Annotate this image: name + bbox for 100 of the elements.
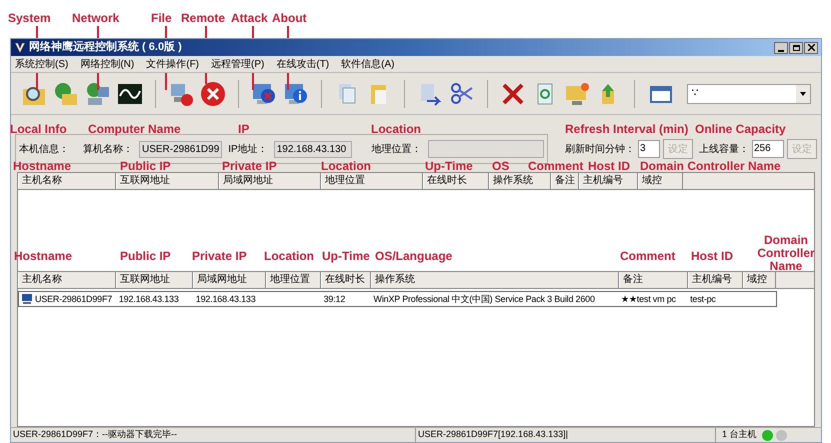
leader-line (287, 26, 289, 38)
table-cell: WinXP Professional 中文(中国) Service Pack 3 Build 2600 (374, 294, 595, 304)
column-header[interactable]: 在线时长 (423, 173, 489, 189)
annotation-label: Refresh Interval (min) (565, 123, 688, 135)
annotation-label: About (272, 12, 307, 24)
column-header[interactable]: 备注 (551, 173, 579, 189)
leader-line (165, 26, 167, 38)
field-label: 本机信息： (19, 142, 69, 156)
annotation-label: Domain Controller Name (640, 160, 781, 172)
minimize-button[interactable] (774, 42, 788, 54)
field-label: 刷新时间分钟： (565, 142, 635, 156)
annotation-label: Location (264, 250, 314, 262)
annotation-label: Location (371, 123, 421, 135)
column-header[interactable]: 主机名称 (18, 272, 116, 288)
column-header[interactable]: 地理位置 (321, 173, 423, 189)
leader-line (97, 73, 99, 90)
close-button[interactable] (804, 42, 818, 54)
window-title: 网络神鹰远程控制系统 ( 6.0版 ) (29, 42, 182, 53)
column-header[interactable]: 主机编号 (688, 272, 743, 288)
annotation-label: Private IP (222, 160, 277, 172)
ip-field: 192.168.43.130 (274, 140, 352, 158)
annotation-label: Hostname (14, 250, 72, 262)
annotation-label: Up-Time (425, 160, 473, 172)
refresh-interval-field[interactable]: 3 (638, 140, 660, 158)
annotation-label: System (8, 12, 51, 24)
annotation-label: Host ID (691, 250, 733, 262)
column-header[interactable]: 备注 (619, 272, 688, 288)
field-label: 上线容量： (699, 142, 749, 156)
status-message: USER-29861D99F7：--驱动器下载完毕-- (11, 428, 416, 442)
annotation-label: OS (492, 160, 510, 172)
column-header[interactable]: 操作系统 (489, 173, 551, 189)
field-label: 算机名称： (83, 142, 133, 156)
close-icon (808, 44, 814, 51)
minimize-icon (778, 50, 784, 52)
annotation-label: Online Capacity (695, 123, 786, 135)
leader-line (36, 73, 38, 90)
leader-line (36, 26, 38, 38)
scissors-icon[interactable] (448, 80, 475, 106)
menu-item[interactable]: 在线攻击(T) (276, 56, 330, 72)
column-header[interactable]: 互联网地址 (116, 272, 193, 288)
annotation-label: Local Info (10, 123, 67, 135)
column-header[interactable]: 互联网地址 (116, 173, 219, 189)
table-cell: 192.168.43.133 (196, 294, 256, 304)
maximize-button[interactable] (789, 42, 803, 54)
column-header[interactable]: 操作系统 (371, 272, 619, 288)
leader-line (165, 73, 167, 90)
table-cell: 39:12 (324, 294, 346, 304)
table-cell: test-pc (690, 294, 716, 304)
leader-line (252, 26, 254, 38)
annotation-label: IP (238, 123, 250, 135)
delete-icon[interactable] (500, 80, 526, 106)
annotation-label: Hostname (13, 160, 72, 172)
column-header[interactable]: 局域网地址 (219, 173, 321, 189)
dropdown-caret-icon (800, 92, 806, 96)
annotation-label: Domain Controller Name (756, 234, 816, 273)
close-circle-icon[interactable] (200, 80, 226, 106)
folder-network-icon[interactable] (564, 80, 590, 106)
annotation-label: OS/Language (375, 250, 452, 262)
table-cell: ★★test vm pc (621, 294, 676, 304)
field-label: 地理位置： (372, 142, 422, 156)
host-row[interactable]: USER-29861D99F7 192.168.43.133 192.168.43.133 39:12 WinXP Professional 中文(中国) Service Pack 3 Build 2600 ★★test vm pc test-pc (18, 291, 777, 307)
field-label: IP地址： (228, 142, 268, 156)
computer-icon (21, 293, 33, 305)
column-header[interactable]: 主机名称 (18, 173, 116, 189)
globe-folder-icon[interactable] (53, 80, 79, 106)
annotation-label: Public IP (120, 160, 171, 172)
leader-line (287, 73, 289, 90)
annotation-label: Up-Time (322, 250, 370, 262)
leader-line (97, 26, 99, 38)
column-header[interactable]: 域控 (638, 173, 683, 189)
annotation-label: Comment (528, 160, 584, 172)
annotation-label: Attack (231, 12, 268, 24)
annotation-label: Network (72, 12, 120, 24)
column-header[interactable]: 在线时长 (321, 272, 371, 288)
annotation-label: File (151, 12, 172, 24)
menu-item[interactable]: 文件操作(F) (146, 56, 200, 72)
table-cell: 192.168.43.133 (118, 294, 179, 304)
menu-item[interactable]: 网络控制(N) (80, 56, 134, 72)
column-header[interactable]: 地理位置 (266, 272, 321, 288)
online-capacity-field[interactable]: 256 (752, 140, 784, 158)
leader-line (205, 26, 207, 38)
globe-computer-icon[interactable] (85, 80, 111, 106)
table-cell: USER-29861D99F7 (35, 294, 112, 304)
annotation-label: Location (321, 160, 371, 172)
status-host: USER-29861D99F7[192.168.43.133]| (416, 428, 716, 442)
maximize-icon (792, 44, 800, 50)
column-header[interactable]: 主机编号 (579, 173, 638, 189)
column-header[interactable]: 域控 (743, 272, 776, 288)
leader-line (252, 73, 254, 90)
menu-item[interactable]: 软件信息(A) (341, 56, 394, 72)
computer-name-field: USER-29861D99 (139, 140, 222, 158)
annotation-label: Private IP (192, 250, 247, 262)
annotation-label: Remote (181, 12, 226, 24)
column-header[interactable]: 局域网地址 (193, 272, 266, 288)
app-logo-icon (14, 42, 26, 54)
menu-item[interactable]: 远程管理(P) (211, 56, 264, 72)
menu-item[interactable]: 系统控制(S) (15, 56, 68, 72)
filter-combo[interactable]: ∵ (686, 84, 811, 104)
annotation-label: Public IP (120, 250, 171, 262)
annotation-label: Host ID (588, 160, 630, 172)
